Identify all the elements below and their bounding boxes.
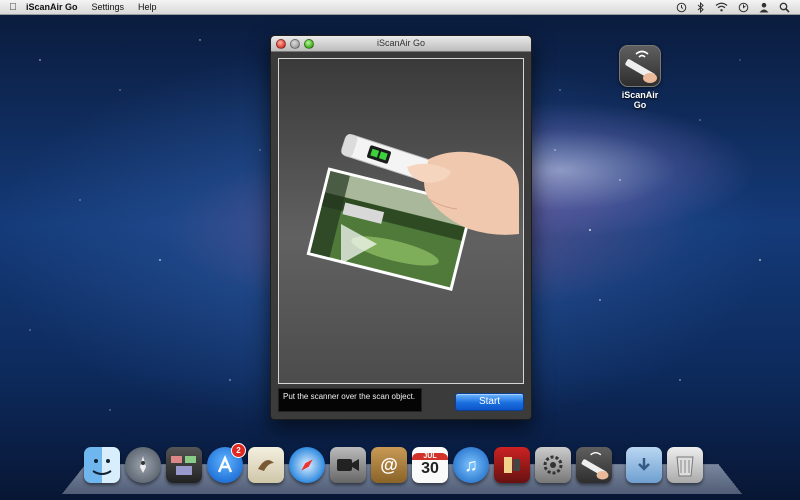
dock: 2 @ JUL 30 ♫	[84, 443, 703, 483]
status-message: Put the scanner over the scan object.	[278, 388, 422, 412]
menu-settings[interactable]: Settings	[92, 2, 125, 12]
iscanair-go-app-icon	[619, 45, 661, 87]
facetime-icon[interactable]	[330, 447, 366, 483]
safari-icon[interactable]	[289, 447, 325, 483]
bluetooth-icon[interactable]	[697, 1, 705, 13]
close-button[interactable]	[276, 39, 286, 49]
launchpad-icon[interactable]	[125, 447, 161, 483]
trash-icon[interactable]	[667, 447, 703, 483]
photo-booth-icon[interactable]	[494, 447, 530, 483]
menu-app-name[interactable]: iScanAir Go	[26, 2, 78, 12]
window-titlebar[interactable]: iScanAir Go	[271, 36, 531, 52]
scanner-instruction-illustration	[306, 134, 519, 291]
zoom-button[interactable]	[304, 39, 314, 49]
scan-preview-area	[278, 58, 524, 384]
user-icon[interactable]	[759, 2, 769, 13]
mail-icon[interactable]	[248, 447, 284, 483]
wifi-icon[interactable]	[715, 2, 728, 12]
time-machine-icon[interactable]	[676, 2, 687, 13]
calendar-date: 30	[421, 459, 439, 477]
spotlight-search-icon[interactable]	[779, 2, 790, 13]
calendar-icon[interactable]: JUL 30	[412, 447, 448, 483]
app-store-icon[interactable]: 2	[207, 443, 246, 483]
calendar-month: JUL	[412, 452, 448, 460]
finder-icon[interactable]	[84, 447, 120, 483]
menu-bar:  iScanAir Go Settings Help	[0, 0, 800, 15]
system-preferences-icon[interactable]	[535, 447, 571, 483]
iscanair-go-window: iScanAir Go Put the scanner over the sca…	[270, 35, 532, 420]
app-store-badge: 2	[231, 443, 246, 458]
clock-icon[interactable]	[738, 2, 749, 13]
window-title: iScanAir Go	[376, 38, 426, 48]
address-book-icon[interactable]: @	[371, 447, 407, 483]
start-button[interactable]: Start	[455, 393, 524, 411]
mission-control-icon[interactable]	[166, 447, 202, 483]
menu-help[interactable]: Help	[138, 2, 157, 12]
apple-menu-icon[interactable]: 	[0, 2, 26, 13]
iscanair-go-dock-icon[interactable]	[576, 447, 612, 483]
minimize-button[interactable]	[290, 39, 300, 49]
downloads-folder-icon[interactable]	[626, 447, 662, 483]
desktop-icon-label: iScanAir Go	[621, 90, 659, 110]
desktop-icon-iscanair-go[interactable]: iScanAir Go	[617, 45, 663, 110]
itunes-icon[interactable]: ♫	[453, 447, 489, 483]
